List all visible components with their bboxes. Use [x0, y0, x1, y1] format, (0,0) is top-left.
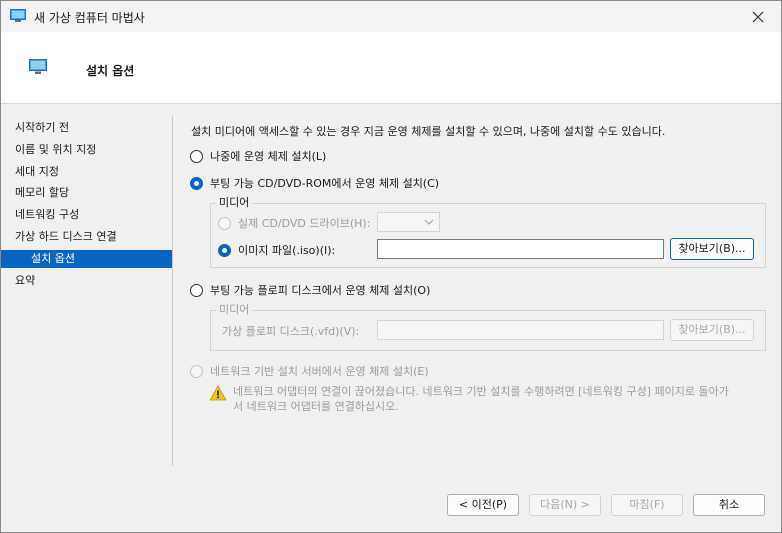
- title-bar: 새 가상 컴퓨터 마법사: [1, 1, 781, 32]
- floppy-media-legend: 미디어: [216, 301, 253, 317]
- image-file-radio[interactable]: 이미지 파일(.iso)(I):: [218, 242, 335, 258]
- vfd-label: 가상 플로피 디스크(.vfd)(V):: [222, 325, 360, 338]
- chevron-down-icon: [423, 215, 435, 232]
- install-cd-dvd-label: 부팅 가능 CD/DVD-ROM에서 운영 체제 설치(C): [210, 177, 440, 190]
- radio-indicator: [218, 243, 231, 257]
- page-title: 설치 옵션: [86, 64, 135, 78]
- radio-indicator: [190, 149, 203, 163]
- vfd-label-row: 가상 플로피 디스크(.vfd)(V):: [222, 323, 359, 339]
- network-warning-line1: 네트워크 어댑터의 연결이 끊어졌습니다. 네트워크 기반 설치를 수행하려면 …: [233, 385, 729, 398]
- main-content: 설치 미디어에 액세스할 수 있는 경우 지금 운영 체제를 설치할 수 있으며…: [173, 104, 781, 484]
- radio-indicator: [190, 283, 203, 297]
- window-title: 새 가상 컴퓨터 마법사: [34, 11, 145, 25]
- network-warning-line2: 서 네트워크 어댑터를 연결하십시오.: [233, 400, 399, 413]
- sidebar-item-virtual-hard-disk[interactable]: 가상 하드 디스크 연결: [1, 228, 172, 246]
- sidebar-item-summary[interactable]: 요약: [1, 272, 172, 290]
- warning-icon: [209, 385, 227, 404]
- physical-drive-select[interactable]: [377, 212, 440, 232]
- radio-indicator: [190, 364, 203, 378]
- network-warning-text: 네트워크 어댑터의 연결이 끊어졌습니다. 네트워크 기반 설치를 수행하려면 …: [233, 384, 781, 414]
- image-file-label: 이미지 파일(.iso)(I):: [238, 244, 336, 257]
- install-floppy-radio[interactable]: 부팅 가능 플로피 디스크에서 운영 체제 설치(O): [190, 282, 430, 298]
- install-floppy-label: 부팅 가능 플로피 디스크에서 운영 체제 설치(O): [210, 284, 431, 297]
- finish-button[interactable]: 마침(F): [611, 494, 683, 516]
- cd-browse-button[interactable]: 찾아보기(B)...: [670, 238, 754, 260]
- monitor-icon: [10, 9, 26, 26]
- image-file-path-input[interactable]: [377, 239, 664, 259]
- install-cd-dvd-radio[interactable]: 부팅 가능 CD/DVD-ROM에서 운영 체제 설치(C): [190, 175, 439, 191]
- sidebar-item-installation-options[interactable]: 설치 옵션: [1, 250, 172, 268]
- monitor-icon: [29, 59, 47, 78]
- wizard-header: 설치 옵션: [1, 32, 781, 104]
- install-network-radio[interactable]: 네트워크 기반 설치 서버에서 운영 체제 설치(E): [190, 363, 429, 379]
- cd-media-legend: 미디어: [216, 194, 253, 210]
- sidebar-item-name-location[interactable]: 이름 및 위치 지정: [1, 141, 172, 159]
- radio-indicator: [190, 176, 203, 190]
- radio-indicator: [218, 216, 231, 230]
- wizard-steps-sidebar: 시작하기 전 이름 및 위치 지정 세대 지정 메모리 할당 네트워킹 구성 가…: [1, 116, 173, 466]
- previous-button[interactable]: < 이전(P): [447, 494, 519, 516]
- cancel-button[interactable]: 취소: [693, 494, 765, 516]
- close-icon[interactable]: [735, 1, 781, 32]
- sidebar-item-before-you-begin[interactable]: 시작하기 전: [1, 119, 172, 137]
- sidebar-item-generation[interactable]: 세대 지정: [1, 163, 172, 181]
- description-text: 설치 미디어에 액세스할 수 있는 경우 지금 운영 체제를 설치할 수 있으며…: [191, 125, 666, 138]
- sidebar-item-memory[interactable]: 메모리 할당: [1, 184, 172, 202]
- floppy-browse-button[interactable]: 찾아보기(B)...: [670, 319, 754, 341]
- install-later-label: 나중에 운영 체제 설치(L): [210, 150, 327, 163]
- sidebar-item-networking[interactable]: 네트워킹 구성: [1, 206, 172, 224]
- install-network-label: 네트워크 기반 설치 서버에서 운영 체제 설치(E): [210, 365, 429, 378]
- vfd-path-input[interactable]: [377, 320, 664, 340]
- install-later-radio[interactable]: 나중에 운영 체제 설치(L): [190, 148, 326, 164]
- wizard-window: 새 가상 컴퓨터 마법사 설치 옵션 시작하기 전 이름 및 위치 지정 세대 …: [0, 0, 782, 533]
- physical-drive-label: 실제 CD/DVD 드라이브(H):: [238, 217, 371, 230]
- physical-drive-radio[interactable]: 실제 CD/DVD 드라이브(H):: [218, 215, 370, 231]
- next-button[interactable]: 다음(N) >: [529, 494, 601, 516]
